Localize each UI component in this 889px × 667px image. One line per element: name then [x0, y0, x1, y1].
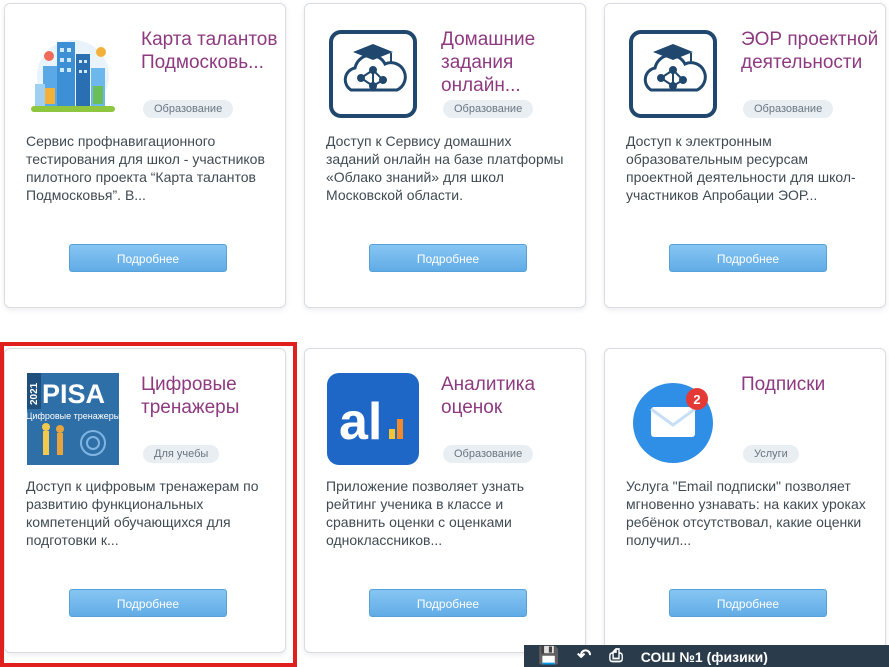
undo-icon[interactable]: ↶	[577, 646, 591, 666]
notification-count: 2	[693, 392, 700, 407]
email-notification-icon: 2	[627, 373, 719, 465]
card-title[interactable]: Карта талантов Подмосковь...	[141, 28, 291, 74]
analytics-app-icon: al	[327, 373, 419, 465]
service-card-talent-map[interactable]: Карта талантов Подмосковь... Образование…	[4, 3, 286, 308]
card-title[interactable]: Аналитика оценок	[441, 373, 591, 419]
card-title[interactable]: ЭОР проектной деятельности	[741, 28, 889, 74]
cloud-graduation-icon	[627, 28, 719, 120]
analytics-letters: al	[339, 393, 382, 451]
details-button[interactable]: Подробнее	[669, 589, 827, 617]
category-badge: Образование	[443, 445, 534, 463]
card-description: Сервис профнавигационного тестирования д…	[26, 133, 265, 203]
service-card-grade-analytics[interactable]: al Аналитика оценок Образование Приложен…	[304, 348, 586, 653]
service-card-homework-online[interactable]: Домашние задания онлайн... Образование Д…	[304, 3, 586, 308]
card-description: Приложение позволяет узнать рейтинг учен…	[326, 478, 525, 548]
category-badge: Образование	[743, 100, 834, 118]
save-icon[interactable]: 💾	[538, 646, 559, 666]
category-badge: Образование	[443, 100, 534, 118]
card-description: Доступ к электронным образовательным рес…	[626, 133, 856, 203]
details-button[interactable]: Подробнее	[369, 244, 527, 272]
print-icon[interactable]: ⎙	[609, 646, 623, 666]
selection-highlight	[0, 342, 297, 667]
window-title: СОШ №1 (физики)	[640, 649, 768, 665]
card-title[interactable]: Домашние задания онлайн...	[441, 28, 591, 97]
card-description: Доступ к Сервису домашних заданий онлайн…	[326, 133, 564, 203]
category-badge: Образование	[143, 100, 234, 118]
details-button[interactable]: Подробнее	[369, 589, 527, 617]
service-card-eor-projects[interactable]: ЭОР проектной деятельности Образование Д…	[604, 3, 886, 308]
service-card-subscriptions[interactable]: 2 Подписки Услуги Услуга "Email подписки…	[604, 348, 886, 653]
card-description: Услуга "Email подписки" позволяет мгнове…	[626, 478, 866, 548]
details-button[interactable]: Подробнее	[69, 244, 227, 272]
category-badge: Услуги	[743, 445, 799, 463]
window-bar: 💾 ↶ ⎙ СОШ №1 (физики)	[524, 645, 889, 667]
details-button[interactable]: Подробнее	[669, 244, 827, 272]
cloud-graduation-icon	[327, 28, 419, 120]
card-title[interactable]: Подписки	[741, 373, 889, 396]
city-buildings-icon	[27, 28, 119, 120]
